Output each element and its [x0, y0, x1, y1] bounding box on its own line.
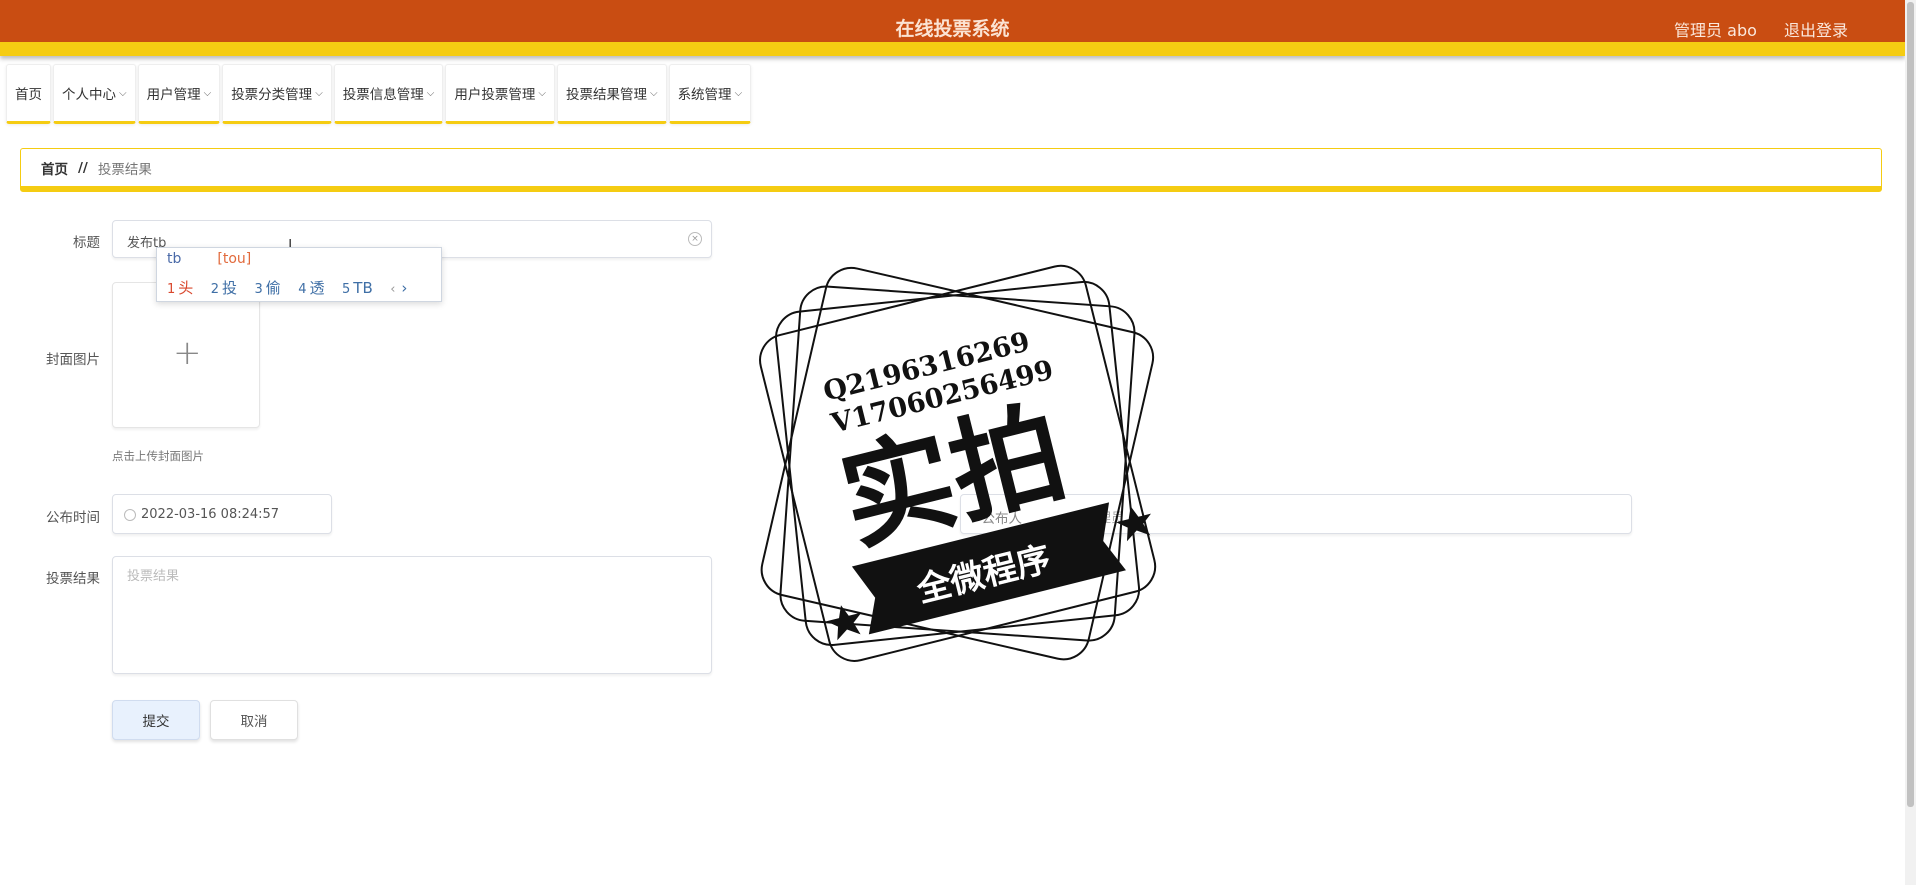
publish-time-picker[interactable]: 2022-03-16 08:24:57	[112, 494, 332, 534]
publish-time-value: 2022-03-16 08:24:57	[141, 507, 280, 522]
nav-item-system[interactable]: 系统管理 ⌵	[668, 64, 752, 124]
chevron-down-icon: ⌵	[315, 87, 323, 99]
scrollbar-thumb[interactable]	[1907, 2, 1914, 807]
result-placeholder: 投票结果	[127, 569, 180, 584]
ime-candidate-text: 头	[178, 279, 194, 297]
chevron-down-icon: ⌵	[426, 87, 435, 99]
chevron-down-icon: ⌵	[203, 87, 212, 99]
ime-candidate-popup: tb [tou] 1头 2投 3偷 4透 5 TB ‹ ›	[156, 247, 442, 302]
ime-candidate-text: 透	[309, 279, 325, 297]
nav-item-user-management[interactable]: 用户管理 ⌵	[137, 64, 221, 124]
ime-candidate-number: 4	[298, 282, 307, 297]
ime-candidate[interactable]: 4透	[298, 279, 324, 297]
plus-icon: +	[173, 333, 202, 373]
ime-candidate-number: 5	[342, 282, 351, 297]
chevron-down-icon: ⌵	[119, 87, 127, 99]
ime-candidate[interactable]: 3偷	[255, 279, 281, 297]
ime-candidate[interactable]: 2投	[211, 279, 237, 297]
breadcrumb: 首页 // 投票结果	[20, 148, 1882, 192]
time-label: 公布时间	[46, 510, 100, 526]
cover-upload[interactable]: +	[112, 282, 260, 428]
ime-candidate-text: TB	[353, 279, 373, 297]
nav-item-vote-category[interactable]: 投票分类管理 ⌵	[222, 64, 332, 124]
ime-candidate-number: 2	[210, 282, 220, 297]
ime-candidate[interactable]: 1头	[167, 279, 193, 297]
clock-icon	[124, 509, 136, 521]
breadcrumb-separator: //	[78, 159, 88, 176]
ime-page-nav: ‹ ›	[390, 279, 407, 297]
chevron-down-icon: ⌵	[538, 87, 546, 99]
result-textarea[interactable]: 投票结果	[112, 556, 712, 674]
clear-icon[interactable]: ×	[688, 232, 702, 246]
nav-item-label: 个人中心	[62, 87, 116, 103]
ime-composition: tb	[167, 251, 182, 267]
ime-candidate-number: 1	[167, 282, 176, 297]
ime-candidate-text: 偷	[265, 279, 281, 297]
chevron-down-icon: ⌵	[649, 87, 658, 99]
watermark-stamp: Q2196316269 V17060256499 实拍 全微程序	[759, 264, 1157, 662]
user-area: 管理员 abo 退出登录	[1652, 17, 1848, 41]
main-nav: 首页 个人中心 ⌵ 用户管理 ⌵ 投票分类管理 ⌵ 投票信息管理 ⌵ 用户投票管理 ⌵ 投…	[6, 64, 753, 124]
nav-item-vote-info[interactable]: 投票信息管理 ⌵	[333, 64, 444, 124]
app-title: 在线投票系统	[895, 18, 1010, 40]
nav-item-label: 用户管理	[146, 87, 201, 103]
nav-item-personal-center[interactable]: 个人中心 ⌵	[53, 64, 136, 124]
ime-candidate[interactable]: 5 TB	[342, 279, 373, 297]
breadcrumb-current: 投票结果	[97, 161, 152, 178]
nav-item-label: 用户投票管理	[454, 87, 536, 103]
page-scrollbar[interactable]	[1905, 0, 1916, 885]
header-stripe	[0, 42, 1905, 56]
nav-item-label: 系统管理	[677, 87, 732, 103]
ime-candidate-text: 投	[222, 279, 238, 297]
chevron-right-icon[interactable]: ›	[401, 279, 407, 297]
nav-item-vote-result[interactable]: 投票结果管理 ⌵	[556, 64, 667, 124]
nav-item-user-vote[interactable]: 用户投票管理 ⌵	[445, 64, 555, 124]
title-label: 标题	[73, 235, 100, 251]
submit-button[interactable]: 提交	[112, 700, 200, 740]
chevron-left-icon[interactable]: ‹	[390, 282, 395, 297]
ime-candidate-number: 3	[254, 282, 263, 297]
top-bar: 在线投票系统 管理员 abo 退出登录	[0, 0, 1905, 42]
current-user: 管理员 abo	[1674, 21, 1757, 40]
cancel-button[interactable]: 取消	[210, 700, 298, 740]
cover-label: 封面图片	[46, 352, 100, 368]
ime-pinyin: [tou]	[217, 251, 252, 267]
nav-item-home[interactable]: 首页	[6, 64, 51, 124]
chevron-down-icon: ⌵	[734, 87, 743, 99]
breadcrumb-home[interactable]: 首页	[41, 158, 68, 178]
upload-tip: 点击上传封面图片	[112, 449, 204, 463]
nav-item-label: 首页	[15, 87, 42, 103]
nav-item-label: 投票结果管理	[565, 87, 647, 103]
result-label: 投票结果	[46, 571, 100, 587]
nav-item-label: 投票分类管理	[231, 87, 313, 103]
nav-item-label: 投票信息管理	[342, 87, 424, 103]
logout-link[interactable]: 退出登录	[1784, 21, 1848, 40]
